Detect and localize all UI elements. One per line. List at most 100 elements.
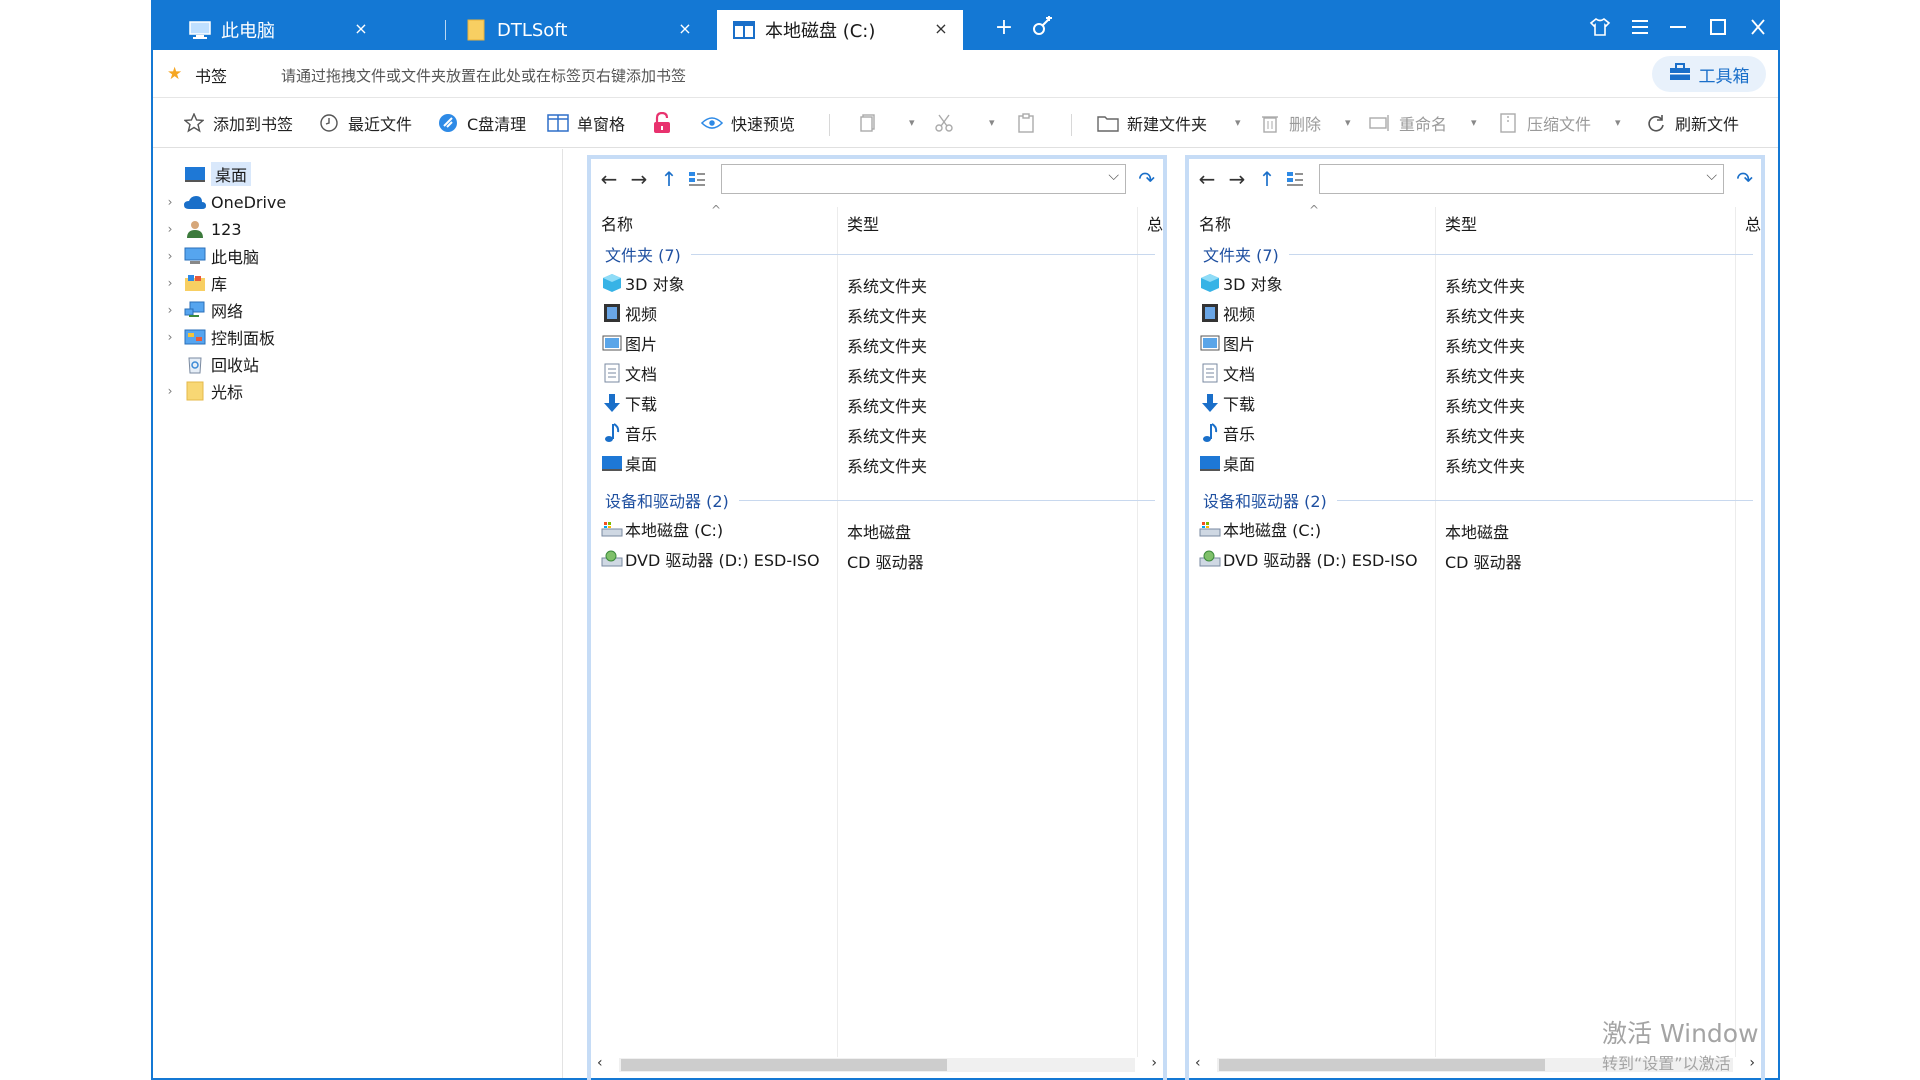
- chevron-right-icon[interactable]: ›: [163, 303, 177, 317]
- minimize-button[interactable]: [1661, 10, 1695, 44]
- go-arrow-icon[interactable]: ↷: [1736, 167, 1753, 191]
- scrollbar-thumb[interactable]: [621, 1059, 947, 1071]
- list-item[interactable]: 图片 系统文件夹: [1199, 329, 1759, 356]
- list-item[interactable]: 桌面 系统文件夹: [1199, 449, 1759, 476]
- column-type[interactable]: 类型: [847, 211, 879, 235]
- chevron-down-icon[interactable]: ▾: [1615, 116, 1621, 129]
- chevron-down-icon[interactable]: ▾: [1471, 116, 1477, 129]
- view-options-icon[interactable]: [1283, 167, 1307, 191]
- group-devices[interactable]: 设备和驱动器 (2): [1203, 489, 1753, 511]
- tree-item-onedrive[interactable]: › OneDrive: [153, 189, 287, 215]
- close-icon[interactable]: ×: [351, 19, 371, 38]
- maximize-button[interactable]: [1701, 10, 1735, 44]
- group-folders[interactable]: 文件夹 (7): [1203, 243, 1753, 265]
- tree-item-desktop[interactable]: 桌面: [153, 161, 252, 187]
- scrollbar-thumb[interactable]: [1219, 1059, 1545, 1071]
- chevron-right-icon[interactable]: ›: [163, 330, 177, 344]
- tree-item-cursor-folder[interactable]: › 光标: [153, 378, 243, 404]
- skin-button[interactable]: [1583, 10, 1617, 44]
- chevron-down-icon[interactable]: ⌵: [1706, 168, 1717, 184]
- scroll-right-icon[interactable]: ›: [1151, 1055, 1157, 1071]
- list-item[interactable]: 文档 系统文件夹: [1199, 359, 1759, 386]
- list-item[interactable]: 本地磁盘 (C:) 本地磁盘: [1199, 515, 1759, 542]
- list-item[interactable]: 下载 系统文件夹: [601, 389, 1161, 416]
- back-arrow-icon[interactable]: ←: [597, 167, 621, 191]
- view-options-icon[interactable]: [685, 167, 709, 191]
- go-arrow-icon[interactable]: ↷: [1138, 167, 1155, 191]
- column-total[interactable]: 总: [1147, 211, 1163, 235]
- rename-button[interactable]: 重命名: [1369, 110, 1447, 136]
- tree-item-user[interactable]: › 123: [153, 216, 242, 242]
- pictures-icon: [1199, 332, 1221, 354]
- quick-preview-button[interactable]: 快速预览: [701, 110, 795, 136]
- chevron-down-icon[interactable]: ⌵: [1108, 168, 1119, 184]
- column-total[interactable]: 总: [1745, 211, 1761, 235]
- new-tab-button[interactable]: +: [987, 10, 1021, 44]
- new-folder-button[interactable]: 新建文件夹: [1097, 110, 1207, 136]
- tab-local-disk-c[interactable]: 本地磁盘 (C:) ×: [717, 10, 963, 50]
- scroll-left-icon[interactable]: ‹: [1195, 1055, 1201, 1071]
- tree-item-control-panel[interactable]: › 控制面板: [153, 324, 275, 350]
- chevron-right-icon[interactable]: ›: [163, 222, 177, 236]
- toolbox-button[interactable]: 工具箱: [1652, 56, 1766, 92]
- forward-arrow-icon[interactable]: →: [1225, 167, 1249, 191]
- group-folders[interactable]: 文件夹 (7): [605, 243, 1155, 265]
- list-item[interactable]: 图片 系统文件夹: [601, 329, 1161, 356]
- group-devices[interactable]: 设备和驱动器 (2): [605, 489, 1155, 511]
- address-input[interactable]: ⌵: [1319, 164, 1724, 194]
- copy-button[interactable]: [857, 110, 887, 136]
- column-type[interactable]: 类型: [1445, 211, 1477, 235]
- list-item[interactable]: 视频 系统文件夹: [1199, 299, 1759, 326]
- pin-tab-button[interactable]: [1025, 10, 1059, 44]
- tree-item-recycle-bin[interactable]: 回收站: [153, 351, 259, 377]
- list-item[interactable]: DVD 驱动器 (D:) ESD-ISO CD 驱动器: [1199, 545, 1759, 572]
- list-item[interactable]: 视频 系统文件夹: [601, 299, 1161, 326]
- list-item[interactable]: 3D 对象 系统文件夹: [1199, 269, 1759, 296]
- tab-this-pc[interactable]: 此电脑 ×: [183, 10, 383, 50]
- recent-files-button[interactable]: 最近文件: [318, 110, 412, 136]
- list-item[interactable]: 本地磁盘 (C:) 本地磁盘: [601, 515, 1161, 542]
- chevron-down-icon[interactable]: ▾: [1235, 116, 1241, 129]
- chevron-right-icon[interactable]: ›: [163, 249, 177, 263]
- bookmark-label[interactable]: 书签: [195, 63, 227, 87]
- chevron-right-icon[interactable]: ›: [163, 195, 177, 209]
- chevron-right-icon[interactable]: ›: [163, 276, 177, 290]
- chevron-down-icon[interactable]: ▾: [989, 116, 995, 129]
- c-clean-button[interactable]: C盘清理: [437, 110, 526, 136]
- tree-item-this-pc[interactable]: › 此电脑: [153, 243, 259, 269]
- window-close-button[interactable]: [1741, 10, 1775, 44]
- up-arrow-icon[interactable]: ↑: [1255, 167, 1279, 191]
- close-icon[interactable]: ×: [931, 19, 951, 38]
- chevron-down-icon[interactable]: ▾: [909, 116, 915, 129]
- list-item[interactable]: DVD 驱动器 (D:) ESD-ISO CD 驱动器: [601, 545, 1161, 572]
- list-item[interactable]: 音乐 系统文件夹: [601, 419, 1161, 446]
- chevron-down-icon[interactable]: ▾: [1345, 116, 1351, 129]
- refresh-button[interactable]: 刷新文件: [1645, 110, 1739, 136]
- menu-button[interactable]: [1623, 10, 1657, 44]
- cut-button[interactable]: [933, 110, 963, 136]
- chevron-right-icon[interactable]: ›: [163, 384, 177, 398]
- tree-item-network[interactable]: › 网络: [153, 297, 243, 323]
- column-name[interactable]: 名称: [601, 211, 633, 235]
- list-item[interactable]: 桌面 系统文件夹: [601, 449, 1161, 476]
- column-name[interactable]: 名称: [1199, 211, 1231, 235]
- tree-item-library[interactable]: › 库: [153, 270, 227, 296]
- list-item[interactable]: 音乐 系统文件夹: [1199, 419, 1759, 446]
- paste-button[interactable]: [1015, 110, 1045, 136]
- tab-dtlsoft[interactable]: DTLSoft ×: [465, 10, 707, 50]
- address-input[interactable]: ⌵: [721, 164, 1126, 194]
- lock-button[interactable]: [651, 110, 681, 136]
- close-icon[interactable]: ×: [675, 19, 695, 38]
- compress-button[interactable]: 压缩文件: [1497, 110, 1591, 136]
- forward-arrow-icon[interactable]: →: [627, 167, 651, 191]
- up-arrow-icon[interactable]: ↑: [657, 167, 681, 191]
- list-item[interactable]: 文档 系统文件夹: [601, 359, 1161, 386]
- list-item[interactable]: 3D 对象 系统文件夹: [601, 269, 1161, 296]
- single-pane-button[interactable]: 单窗格: [547, 110, 625, 136]
- back-arrow-icon[interactable]: ←: [1195, 167, 1219, 191]
- add-bookmark-button[interactable]: 添加到书签: [183, 110, 293, 136]
- horizontal-scrollbar[interactable]: ‹ ›: [591, 1050, 1163, 1080]
- scroll-left-icon[interactable]: ‹: [597, 1055, 603, 1071]
- list-item[interactable]: 下载 系统文件夹: [1199, 389, 1759, 416]
- delete-button[interactable]: 删除: [1259, 110, 1321, 136]
